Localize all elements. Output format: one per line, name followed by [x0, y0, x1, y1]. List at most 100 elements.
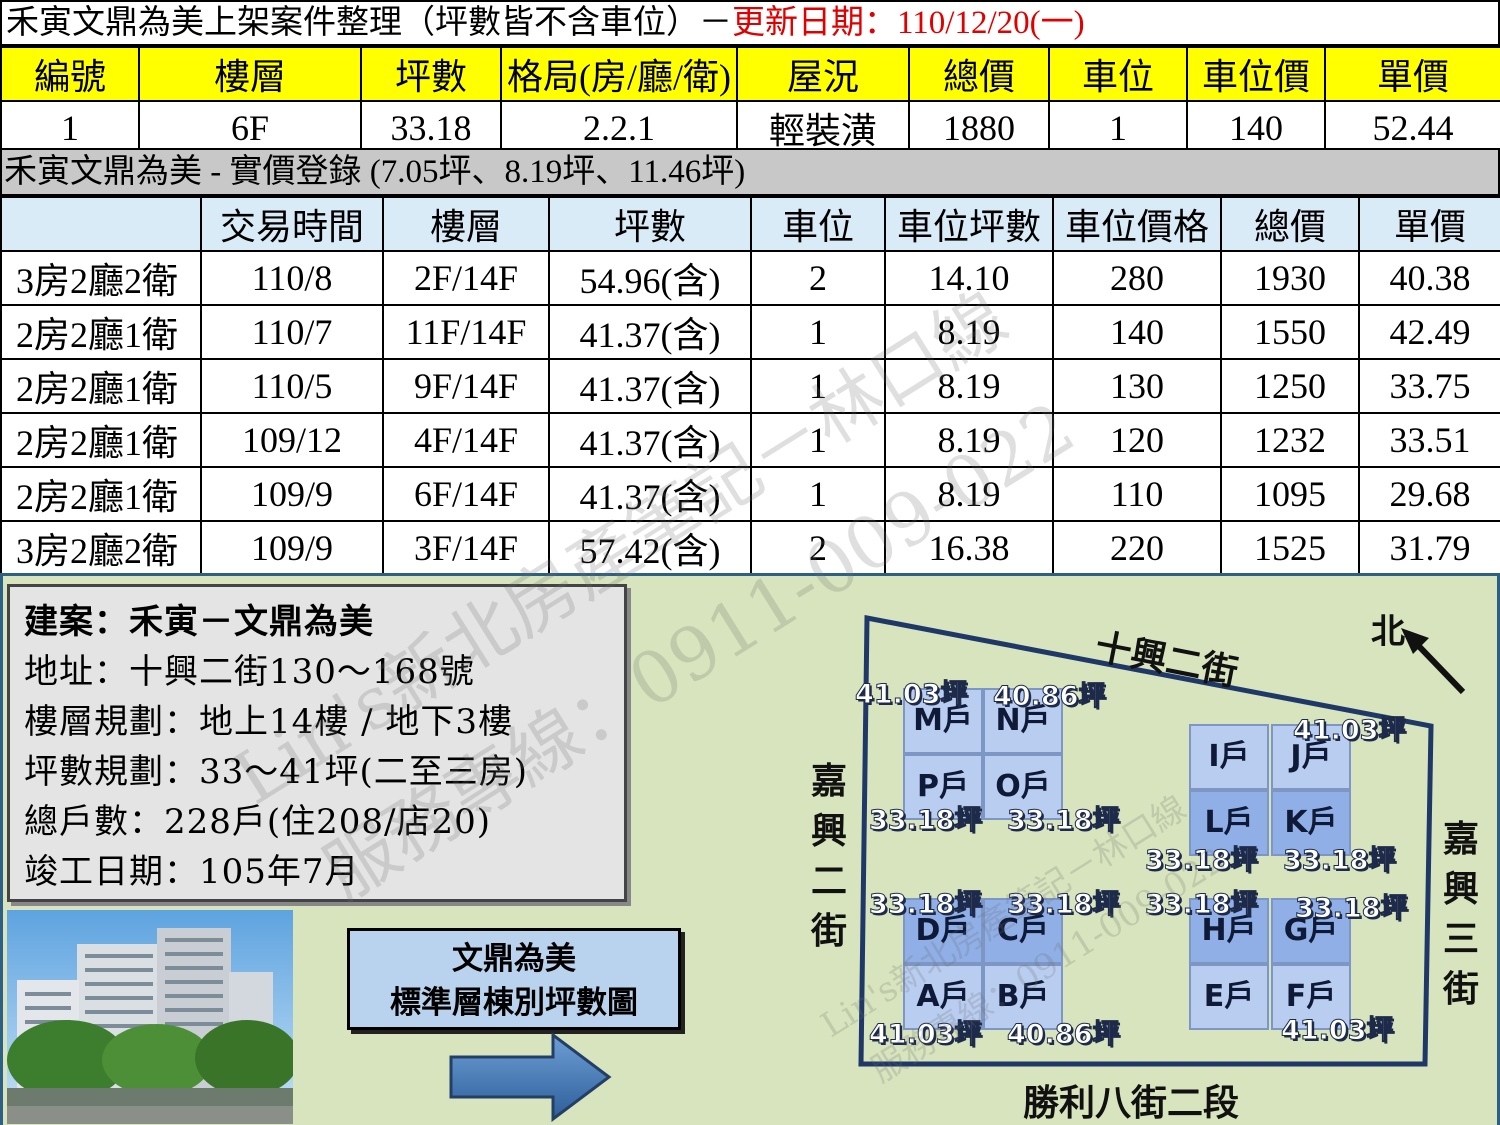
- listing-header: 總價: [908, 46, 1050, 102]
- sales-cell: 1: [750, 304, 886, 360]
- sales-cell: 2房2廳1衛: [0, 304, 202, 360]
- listing-header: 屋況: [736, 46, 910, 102]
- listing-cell: 2.2.1: [500, 100, 738, 156]
- listing-header: 格局(房/廳/衛): [500, 46, 738, 102]
- sales-cell: 2房2廳1衛: [0, 358, 202, 414]
- listing-header: 編號: [0, 46, 140, 102]
- site-plan: 北 十興二街 嘉興二街 嘉興三街 勝利八街二段 M戶 N戶 P戶 O戶 I戶 J…: [783, 576, 1497, 1125]
- sales-cell: 109/9: [200, 466, 384, 522]
- listing-header: 車位價: [1186, 46, 1326, 102]
- sales-cell: 8.19: [884, 358, 1054, 414]
- sales-header: 車位: [750, 196, 886, 252]
- sales-row: 2房2廳1衛 109/12 4F/14F 41.37(含) 1 8.19 120 1232 33…: [0, 412, 1500, 468]
- sales-cell: 16.38: [884, 520, 1054, 576]
- listing-cell: 140: [1186, 100, 1326, 156]
- sales-cell: 1550: [1220, 304, 1360, 360]
- sales-cell: 33.75: [1358, 358, 1500, 414]
- street-bottom: 勝利八街二段: [1023, 1082, 1240, 1124]
- size-label-a: 41.03坪: [868, 1019, 982, 1051]
- sales-cell: 31.79: [1358, 520, 1500, 576]
- sales-cell: 130: [1052, 358, 1222, 414]
- project-info-box: 建案：禾寅－文鼎為美 地址：十興二街130～168號 樓層規劃：地上14樓 / …: [7, 584, 627, 902]
- sales-header: 單價: [1358, 196, 1500, 252]
- sales-row: 3房2廳2衛 109/9 3F/14F 57.42(含) 2 16.38 220 1525 31…: [0, 520, 1500, 576]
- sales-cell: 1095: [1220, 466, 1360, 522]
- sales-cell: 220: [1052, 520, 1222, 576]
- size-label-d: 33.18坪: [868, 889, 982, 921]
- project-address: 地址：十興二街130～168號: [24, 652, 475, 692]
- floor-plan-button-line1: 文鼎為美: [452, 941, 576, 977]
- listing-cell: 1: [1048, 100, 1188, 156]
- sales-row: 3房2廳2衛 110/8 2F/14F 54.96(含) 2 14.10 280 1930 40…: [0, 250, 1500, 306]
- size-label-n: 40.86坪: [992, 681, 1106, 713]
- listing-cell: 52.44: [1324, 100, 1500, 156]
- sales-header: 車位價格: [1052, 196, 1222, 252]
- sales-row: 2房2廳1衛 109/9 6F/14F 41.37(含) 1 8.19 110 1095 29.…: [0, 466, 1500, 522]
- sales-cell: 14.10: [884, 250, 1054, 306]
- size-label-o: 33.18坪: [1006, 805, 1120, 837]
- update-date: 更新日期：110/12/20(一): [732, 5, 1085, 41]
- project-completion: 竣工日期：105年7月: [24, 852, 360, 892]
- sales-row: 2房2廳1衛 110/5 9F/14F 41.37(含) 1 8.19 130 1250 33.…: [0, 358, 1500, 414]
- size-label-b: 40.86坪: [1006, 1019, 1120, 1051]
- street-right: 嘉興三街: [1442, 818, 1479, 1010]
- floor-plan-button[interactable]: 文鼎為美 標準層棟別坪數圖: [347, 928, 681, 1030]
- sales-row: 2房2廳1衛 110/7 11F/14F 41.37(含) 1 8.19 140 1550 42…: [0, 304, 1500, 360]
- sales-cell: 33.51: [1358, 412, 1500, 468]
- sales-cell: 40.38: [1358, 250, 1500, 306]
- sales-cell: 2F/14F: [382, 250, 550, 306]
- sales-cell: 8.19: [884, 412, 1054, 468]
- listing-header: 坪數: [360, 46, 502, 102]
- size-label-k: 33.18坪: [1282, 845, 1396, 877]
- listing-table: 編號 樓層 坪數 格局(房/廳/衛) 屋況 總價 車位 車位價 單價 1 6F …: [0, 46, 1500, 156]
- listing-cell: 1: [0, 100, 140, 156]
- sales-header-row: 交易時間 樓層 坪數 車位 車位坪數 車位價格 總價 單價: [0, 196, 1500, 252]
- size-label-h: 33.18坪: [1144, 889, 1258, 921]
- sales-cell: 4F/14F: [382, 412, 550, 468]
- sales-cell: 1: [750, 466, 886, 522]
- sales-header: 坪數: [548, 196, 752, 252]
- sales-header: 樓層: [382, 196, 550, 252]
- project-households: 總戶數：228戶(住208/店20): [24, 802, 492, 842]
- listing-cell: 輕裝潢: [736, 100, 910, 156]
- listing-cell: 1880: [908, 100, 1050, 156]
- size-label-c: 33.18坪: [1006, 889, 1120, 921]
- building-photo: [7, 910, 293, 1124]
- sales-header: 車位坪數: [884, 196, 1054, 252]
- project-floors: 樓層規劃：地上14樓 / 地下3樓: [24, 702, 513, 742]
- sales-cell: 8.19: [884, 466, 1054, 522]
- sales-cell: 280: [1052, 250, 1222, 306]
- size-label-g: 33.18坪: [1294, 893, 1408, 925]
- size-label-p: 33.18坪: [868, 805, 982, 837]
- sales-table: 交易時間 樓層 坪數 車位 車位坪數 車位價格 總價 單價 3房2廳2衛 110/…: [0, 196, 1500, 630]
- listing-cell: 33.18: [360, 100, 502, 156]
- sales-cell: 1930: [1220, 250, 1360, 306]
- sales-cell: 120: [1052, 412, 1222, 468]
- size-label-j: 41.03坪: [1292, 715, 1406, 747]
- sales-cell: 1232: [1220, 412, 1360, 468]
- sales-cell: 109/9: [200, 520, 384, 576]
- listing-cell: 6F: [138, 100, 362, 156]
- sales-cell: 1: [750, 412, 886, 468]
- project-name: 建案：禾寅－文鼎為美: [24, 602, 374, 642]
- sales-header: 交易時間: [200, 196, 384, 252]
- sales-cell: 2: [750, 520, 886, 576]
- sales-title: 禾寅文鼎為美 - 實價登錄 (7.05坪、8.19坪、11.46坪): [0, 148, 1500, 196]
- listing-header: 單價: [1324, 46, 1500, 102]
- sales-cell: 110/5: [200, 358, 384, 414]
- sales-cell: 1: [750, 358, 886, 414]
- listing-header: 樓層: [138, 46, 362, 102]
- listing-title: 禾寅文鼎為美上架案件整理（坪數皆不含車位）－更新日期：110/12/20(一): [0, 0, 1500, 46]
- sales-cell: 8.19: [884, 304, 1054, 360]
- sales-cell: 57.42(含): [548, 520, 752, 576]
- sales-header: [0, 196, 202, 252]
- sales-cell: 2: [750, 250, 886, 306]
- street-left: 嘉興二街: [810, 760, 847, 952]
- right-arrow-icon: [449, 1032, 612, 1122]
- sales-cell: 110/7: [200, 304, 384, 360]
- listing-title-text: 禾寅文鼎為美上架案件整理（坪數皆不含車位）－: [6, 5, 732, 41]
- sales-cell: 42.49: [1358, 304, 1500, 360]
- sales-cell: 1525: [1220, 520, 1360, 576]
- unit-e: E戶: [1189, 964, 1269, 1030]
- sales-cell: 140: [1052, 304, 1222, 360]
